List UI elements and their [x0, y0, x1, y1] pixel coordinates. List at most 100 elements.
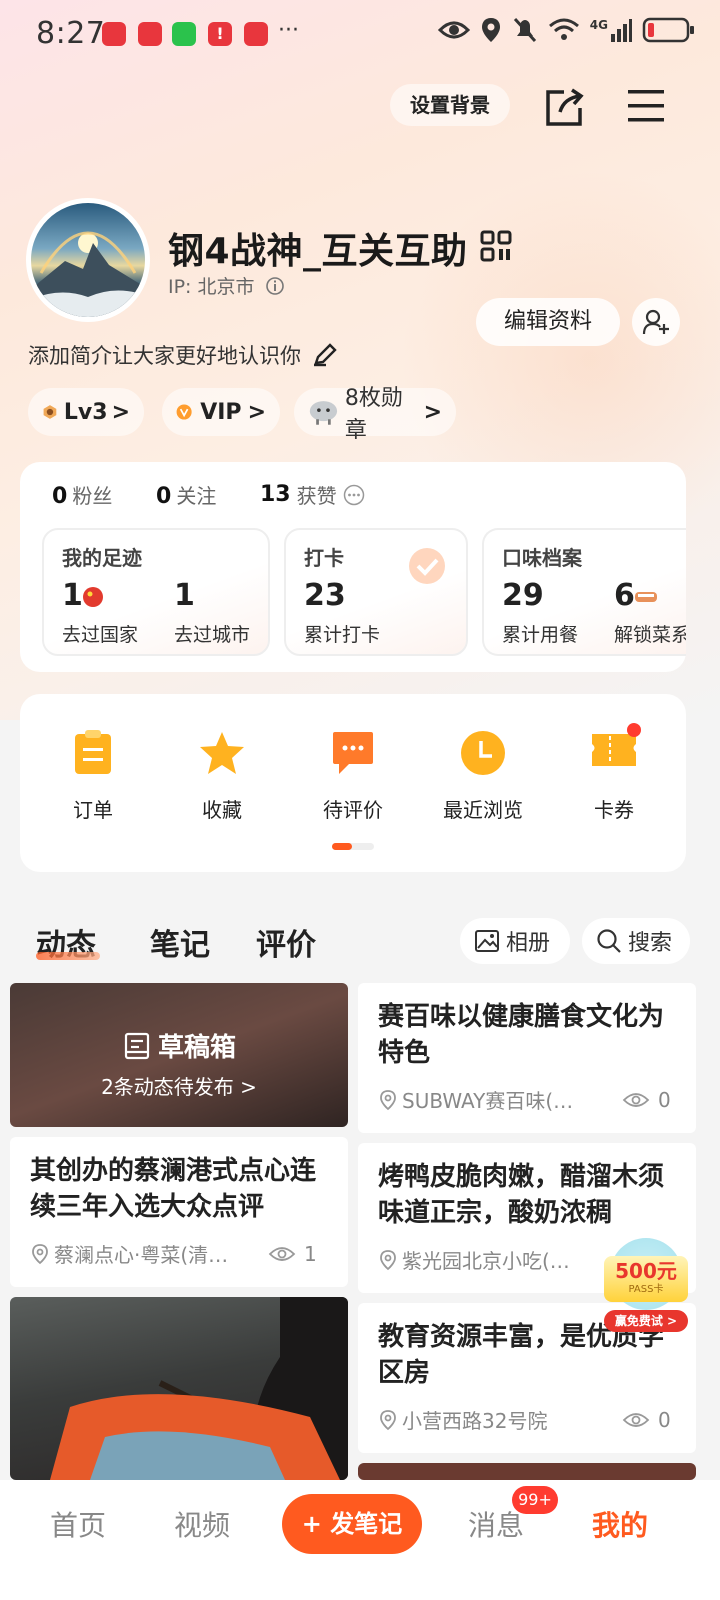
more-circle-icon[interactable] [343, 484, 365, 506]
edit-pen-icon [313, 343, 337, 367]
following-stat[interactable]: 0 关注 [156, 480, 216, 509]
tab-reviews[interactable]: 评价 [256, 920, 316, 964]
views-eye-icon [268, 1246, 296, 1261]
level-pill[interactable]: Lv3 > [28, 388, 144, 436]
post-image-card[interactable] [10, 1297, 348, 1480]
search-button[interactable]: 搜索 [582, 918, 690, 964]
level-icon [43, 405, 57, 419]
service-label: 收藏 [202, 798, 242, 822]
tab-notes[interactable]: 笔记 [150, 920, 210, 964]
drafts-subtitle-row: 2条动态待发布 > [10, 1071, 348, 1100]
reader-app-icon [244, 22, 268, 46]
post-place: 蔡澜点心·粤菜(清… [54, 1243, 229, 1267]
eye-icon [437, 21, 470, 39]
badges-text: 8枚勋章 [344, 386, 403, 443]
post-note-button[interactable]: + 发笔记 [282, 1494, 422, 1554]
likes-stat[interactable]: 13 获赞 [260, 480, 365, 509]
signal-icon [611, 19, 632, 42]
chevron-right-icon: > [247, 399, 266, 425]
checkin-card[interactable]: 打卡 23 累计打卡 [284, 528, 468, 656]
battery-icon [642, 17, 694, 43]
share-icon[interactable] [544, 86, 586, 128]
avatar[interactable] [26, 198, 150, 322]
edit-profile-button[interactable]: 编辑资料 [476, 298, 620, 346]
post-card[interactable]: 其创办的蔡澜港式点心连续三年入选大众点评 蔡澜点心·粤菜(清… 1 [10, 1137, 348, 1287]
countries-count: 1 [62, 578, 83, 613]
bio-prompt[interactable]: 添加简介让大家更好地认识你 [28, 340, 338, 370]
set-background-button[interactable]: 设置背景 [390, 84, 510, 126]
alert-app-icon: ! [208, 22, 232, 46]
vip-icon [176, 404, 192, 420]
post-meta: 紫光园北京小吃(… [378, 1245, 608, 1274]
cities-count: 1 [174, 578, 195, 613]
followers-stat[interactable]: 0 粉丝 [52, 480, 112, 509]
nav-home[interactable]: 首页 [50, 1504, 106, 1544]
footprint-title: 我的足迹 [62, 546, 142, 570]
drafts-heading: 草稿箱 [10, 1027, 348, 1064]
vip-text: VIP [200, 399, 242, 425]
network-type: 4G [589, 18, 608, 32]
checkin-icon [409, 548, 445, 584]
chevron-right-icon: > [233, 1075, 257, 1099]
album-button[interactable]: 相册 [460, 918, 570, 964]
following-label: 关注 [176, 484, 217, 508]
post-card[interactable]: 赛百味以健康膳食文化为特色 SUBWAY赛百味(… 0 [358, 983, 696, 1133]
avatar-image [31, 231, 145, 317]
post-image-card[interactable] [358, 1463, 696, 1480]
ip-text: IP: 北京市 [168, 276, 255, 298]
badge-sheep-icon [309, 401, 338, 425]
footprint-card[interactable]: 我的足迹 1 去过国家 1 去过城市 [42, 528, 270, 656]
status-bar: 8:27 ! ··· 4G [0, 0, 720, 70]
taste-title: 口味档案 [502, 546, 582, 570]
post-meta: SUBWAY赛百味(… 0 [378, 1085, 688, 1114]
location-pin-icon [380, 1089, 396, 1110]
followers-count: 0 [52, 484, 68, 509]
service-label: 最近浏览 [443, 798, 523, 822]
messages-badge: 99+ [512, 1486, 558, 1514]
cities-label: 去过城市 [174, 624, 251, 646]
chevron-right-icon: > [111, 399, 130, 425]
huawei-app-icon [138, 22, 162, 46]
service-label: 待评价 [323, 798, 383, 822]
taste-card[interactable]: 口味档案 29 累计用餐 6 解锁菜系 [482, 528, 686, 656]
drafts-subtitle: 2条动态待发布 [101, 1075, 234, 1099]
checkin-title: 打卡 [304, 546, 344, 570]
dishes-label: 解锁菜系 [614, 624, 686, 646]
page-indicator [332, 843, 374, 850]
add-friend-button[interactable] [632, 298, 680, 346]
qrcode-icon[interactable] [480, 230, 512, 262]
post-views: 0 [658, 1087, 671, 1112]
following-count: 0 [156, 484, 172, 509]
comment-icon [333, 732, 373, 774]
post-place: SUBWAY赛百味(… [402, 1089, 574, 1113]
post-title: 赛百味以健康膳食文化为特色 [378, 1002, 665, 1068]
location-pin-icon [380, 1409, 396, 1430]
food-photo [50, 1297, 348, 1480]
bio-text: 添加简介让大家更好地认识你 [28, 344, 301, 368]
china-flag-icon [83, 587, 103, 607]
tab-moments[interactable]: 动态 [36, 920, 100, 964]
menu-icon[interactable] [626, 86, 666, 126]
drafts-card[interactable]: 草稿箱 2条动态待发布 > [10, 983, 348, 1127]
views-eye-icon [622, 1092, 650, 1107]
dish-icon [635, 592, 657, 602]
ticket-icon [592, 723, 641, 766]
ip-location: IP: 北京市 [168, 272, 285, 299]
meals-label: 累计用餐 [502, 624, 579, 646]
dishes-count: 6 [614, 578, 635, 613]
nav-video[interactable]: 视频 [174, 1504, 230, 1544]
nav-me[interactable]: 我的 [592, 1504, 648, 1544]
order-icon [75, 730, 111, 774]
countries-label: 去过国家 [62, 624, 139, 646]
post-title: 其创办的蔡澜港式点心连续三年入选大众点评 [30, 1156, 317, 1222]
info-icon[interactable] [265, 276, 285, 296]
followers-label: 粉丝 [72, 484, 113, 508]
meals-count: 29 [502, 578, 544, 613]
pass-card-promo[interactable]: 500元 PASS卡 赢免费试 > [604, 1238, 688, 1334]
page-indicator-active [332, 843, 352, 850]
wifi-icon [548, 18, 579, 40]
post-place: 紫光园北京小吃(… [402, 1249, 570, 1273]
location-pin-icon [380, 1249, 396, 1270]
badges-pill[interactable]: 8枚勋章 > [294, 386, 456, 443]
vip-pill[interactable]: VIP > [162, 388, 280, 436]
